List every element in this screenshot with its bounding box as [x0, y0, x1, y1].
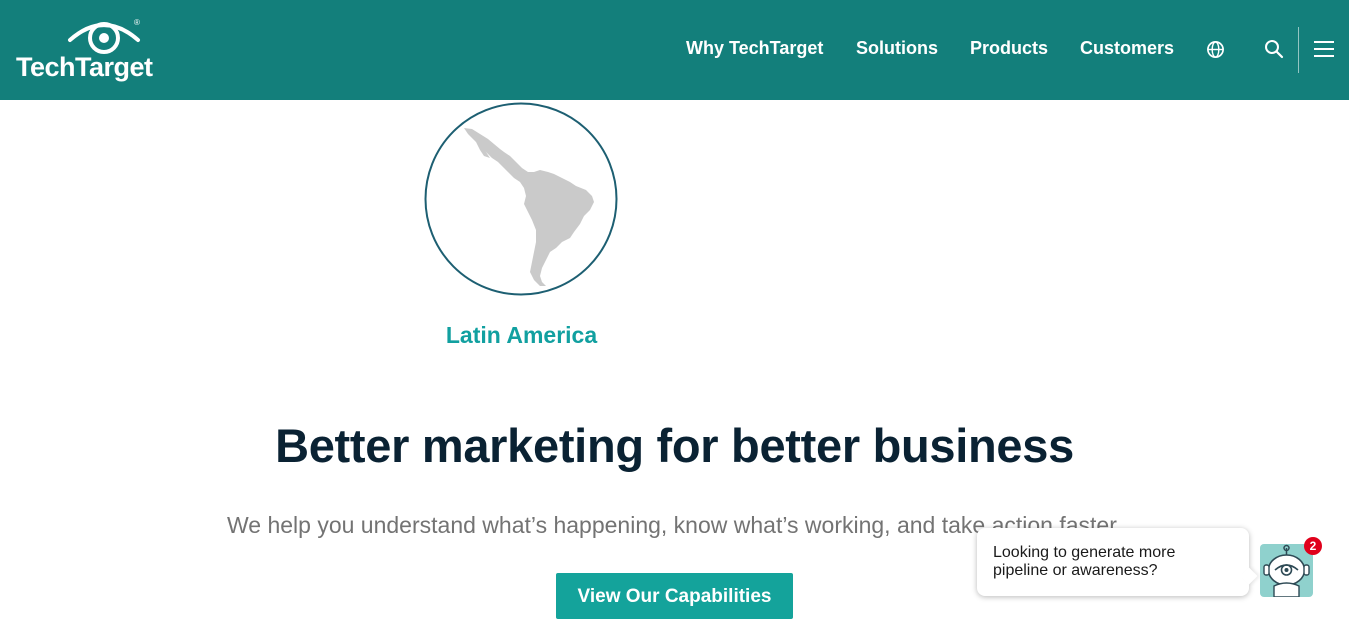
nav-products[interactable]: Products	[970, 38, 1048, 59]
chat-notification-badge: 2	[1304, 537, 1322, 555]
chat-message-line-1: Looking to generate more	[993, 544, 1176, 561]
menu-icon[interactable]	[1314, 40, 1334, 58]
chatbot-launcher-button[interactable]	[1260, 544, 1313, 597]
site-header: ® TechTarget Why TechTarget Solutions Pr…	[0, 0, 1349, 100]
hero-headline: Better marketing for better business	[275, 419, 1074, 472]
nav-divider	[1298, 27, 1299, 73]
chatbot-icon	[1263, 544, 1310, 597]
nav-customers[interactable]: Customers	[1080, 38, 1174, 59]
nav-solutions[interactable]: Solutions	[856, 38, 938, 59]
globe-icon[interactable]	[1206, 40, 1225, 59]
techtarget-logo[interactable]: ® TechTarget	[16, 16, 153, 86]
chat-prompt-bubble[interactable]: Looking to generate more pipeline or awa…	[977, 528, 1249, 596]
region-label-latin-america[interactable]: Latin America	[400, 322, 643, 349]
search-icon[interactable]	[1264, 39, 1284, 59]
latin-america-map-icon[interactable]	[424, 102, 619, 297]
logo-wordmark: TechTarget	[16, 52, 153, 82]
eye-logo-icon	[68, 22, 140, 54]
view-capabilities-button[interactable]: View Our Capabilities	[556, 573, 793, 619]
nav-why-techtarget[interactable]: Why TechTarget	[686, 38, 823, 59]
registered-mark: ®	[134, 18, 140, 27]
chat-message-line-2: pipeline or awareness?	[993, 562, 1158, 579]
